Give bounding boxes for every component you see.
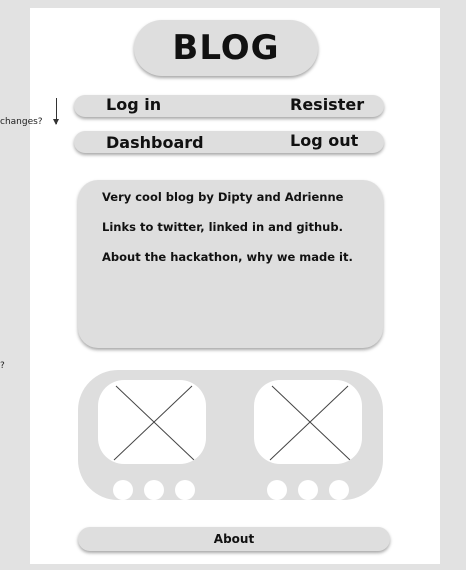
- carousel-dot-icon[interactable]: [144, 480, 164, 500]
- carousel-dot-icon[interactable]: [175, 480, 195, 500]
- about-line-authors: Very cool blog by Dipty and Adrienne: [102, 190, 344, 204]
- login-link[interactable]: Log in: [106, 95, 161, 115]
- about-line-hackathon: About the hackathon, why we made it.: [102, 250, 353, 264]
- carousel-dot-icon[interactable]: [267, 480, 287, 500]
- image-placeholder-icon[interactable]: [98, 380, 206, 464]
- account-nav-bar: Dashboard Log out: [74, 131, 384, 153]
- annotation-changes: changes?: [0, 117, 43, 127]
- carousel-dot-icon[interactable]: [113, 480, 133, 500]
- carousel-dot-icon[interactable]: [298, 480, 318, 500]
- image-placeholder-icon[interactable]: [254, 380, 362, 464]
- register-link[interactable]: Resister: [290, 95, 364, 115]
- media-gallery-card: [78, 370, 383, 500]
- down-arrow-icon: [53, 98, 59, 125]
- logout-link[interactable]: Log out: [290, 131, 358, 151]
- about-card: Very cool blog by Dipty and Adrienne Lin…: [78, 180, 383, 348]
- about-button[interactable]: About: [78, 527, 390, 551]
- page-title: BLOG: [134, 20, 318, 76]
- dashboard-link[interactable]: Dashboard: [106, 133, 204, 153]
- auth-nav-bar: Log in Resister: [74, 95, 384, 117]
- annotation-question: ?: [0, 361, 5, 371]
- carousel-dot-icon[interactable]: [329, 480, 349, 500]
- about-line-links: Links to twitter, linked in and github.: [102, 220, 343, 234]
